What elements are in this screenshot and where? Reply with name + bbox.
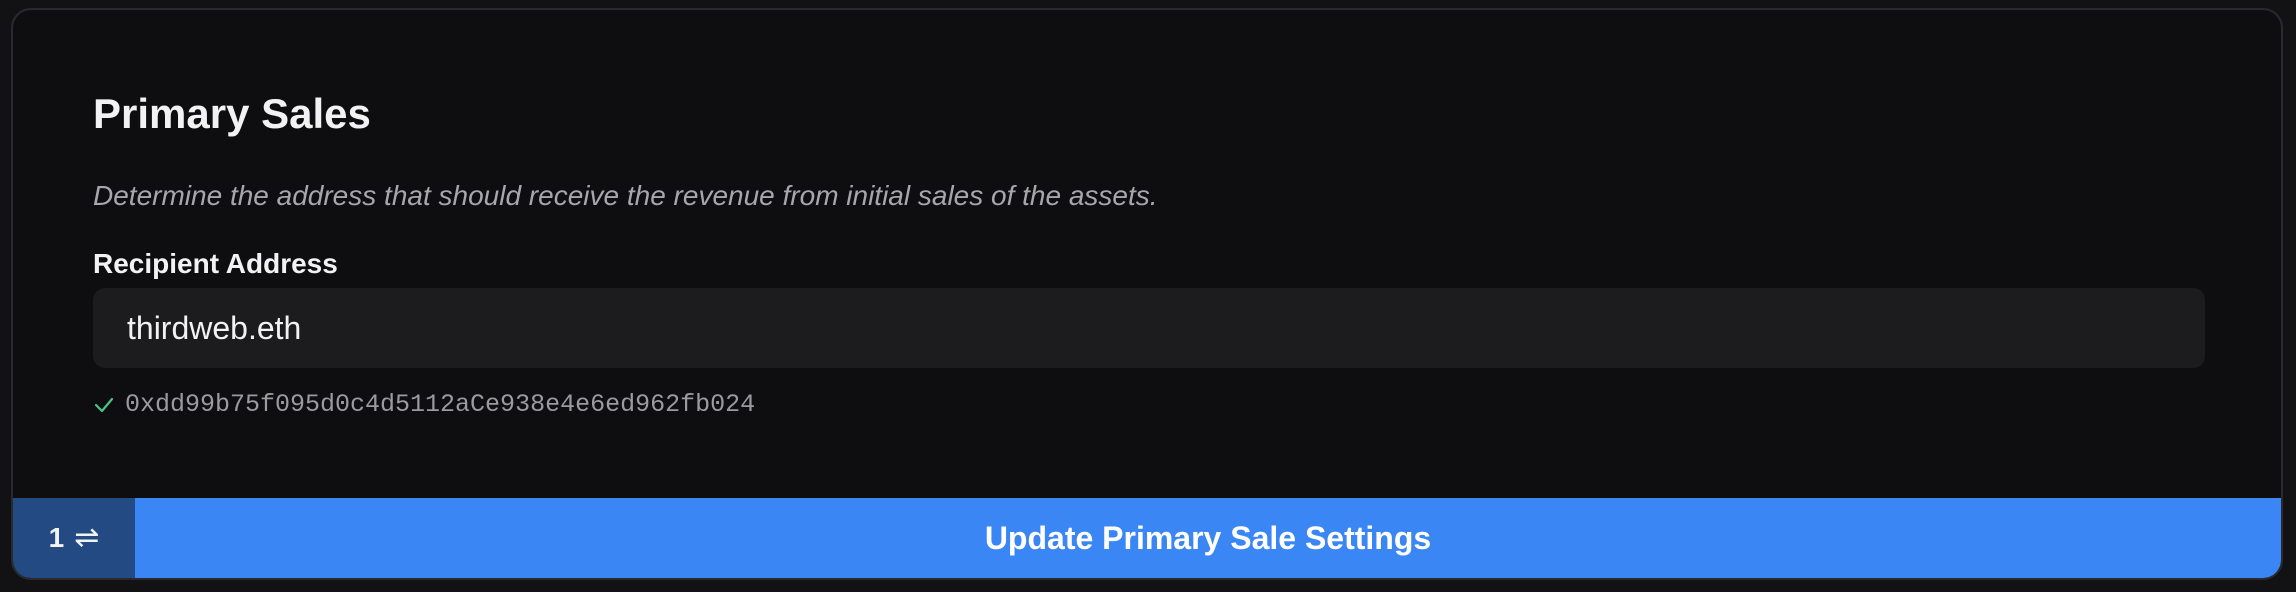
section-description: Determine the address that should receiv… — [93, 180, 1158, 211]
recipient-address-label: Recipient Address — [93, 248, 338, 279]
primary-sales-card: Primary Sales Determine the address that… — [11, 8, 2283, 580]
recipient-address-input[interactable] — [93, 288, 2205, 368]
resolved-address-row: 0xdd99b75f095d0c4d5112aCe938e4e6ed962fb0… — [93, 390, 755, 419]
update-primary-sale-button[interactable]: Update Primary Sale Settings — [135, 498, 2281, 578]
transaction-count: 1 — [48, 522, 65, 553]
transaction-count-button[interactable]: 1 ⇌ — [13, 498, 135, 578]
section-title: Primary Sales — [93, 90, 371, 137]
footer-actions: 1 ⇌ Update Primary Sale Settings — [13, 498, 2281, 578]
resolved-address: 0xdd99b75f095d0c4d5112aCe938e4e6ed962fb0… — [125, 390, 756, 419]
check-icon — [93, 394, 115, 416]
swap-arrows-icon: ⇌ — [74, 521, 100, 554]
